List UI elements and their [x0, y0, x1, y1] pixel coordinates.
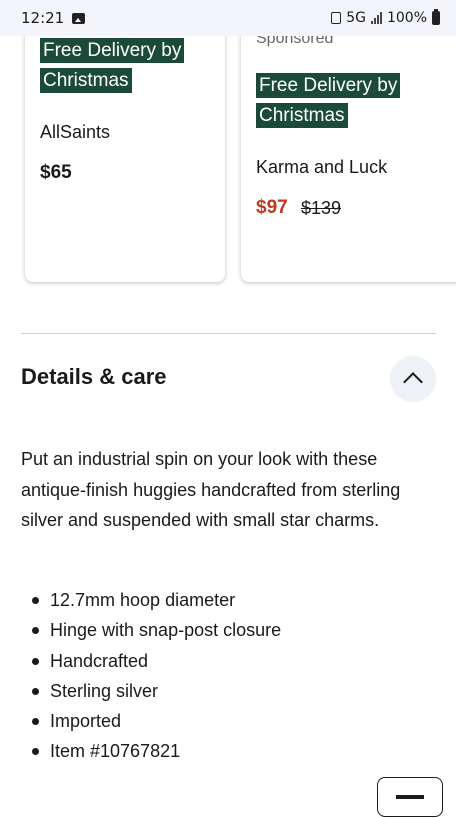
status-bar: 12:21 5G 100%: [0, 0, 456, 36]
product-price: $65: [40, 162, 72, 183]
list-item: Handcrafted: [30, 646, 281, 676]
product-description: Put an industrial spin on your look with…: [21, 449, 401, 530]
list-item: Imported: [30, 706, 281, 736]
list-item: Hinge with snap-post closure: [30, 615, 281, 645]
section-divider: [21, 333, 436, 334]
product-card-allsaints[interactable]: Free Delivery by Christmas AllSaints $65: [25, 36, 225, 282]
product-features-list: 12.7mm hoop diameter Hinge with snap-pos…: [30, 585, 281, 767]
gallery-notification-icon: [72, 12, 86, 24]
delivery-badge-text: Free Delivery by Christmas: [256, 73, 401, 128]
delivery-badge: Free Delivery by Christmas: [256, 71, 416, 131]
details-section-title: Details & care: [21, 364, 167, 389]
list-item: Item #10767821: [30, 736, 281, 766]
status-right: 5G 100%: [331, 9, 440, 26]
signal-icon: [370, 12, 382, 24]
lock-icon: [331, 12, 342, 24]
network-type: 5G: [346, 10, 366, 26]
sale-price: $97: [256, 197, 288, 218]
collapse-details-button[interactable]: [390, 356, 436, 402]
product-card-karma-and-luck[interactable]: Sponsored Free Delivery by Christmas Kar…: [241, 36, 456, 282]
product-brand: Karma and Luck: [256, 157, 388, 177]
battery-icon: [432, 9, 440, 25]
sponsored-label: Sponsored: [256, 36, 334, 47]
list-item: 12.7mm hoop diameter: [30, 585, 281, 615]
product-brand: AllSaints: [40, 122, 111, 142]
original-price: $139: [301, 198, 342, 218]
product-carousel[interactable]: Free Delivery by Christmas AllSaints $65…: [0, 36, 456, 286]
list-item: Sterling silver: [30, 676, 281, 706]
status-time: 12:21: [21, 9, 65, 27]
status-left: 12:21: [21, 9, 86, 27]
floating-action-button[interactable]: [377, 777, 443, 817]
delivery-badge: Free Delivery by Christmas: [40, 36, 200, 96]
minus-icon: [396, 795, 424, 799]
delivery-badge-text: Free Delivery by Christmas: [40, 38, 185, 93]
chevron-up-icon: [403, 372, 423, 392]
battery-percent: 100%: [386, 10, 427, 26]
